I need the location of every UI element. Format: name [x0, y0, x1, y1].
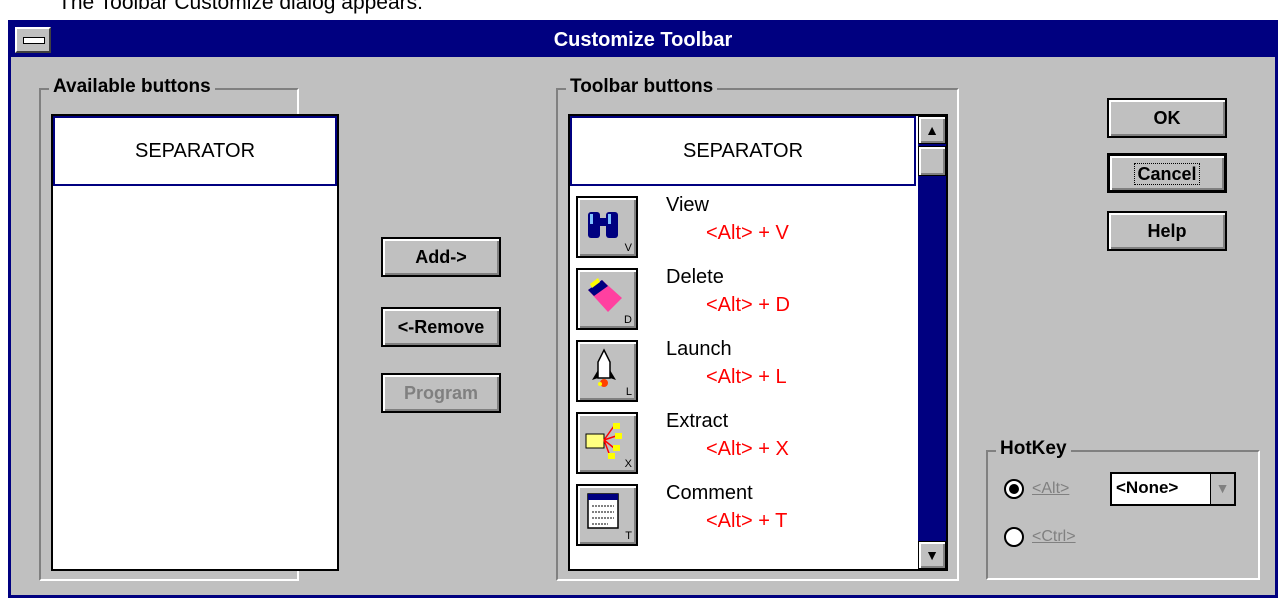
title-bar: Customize Toolbar	[11, 23, 1275, 57]
item-name: Extract	[666, 410, 729, 432]
hotkey-group: HotKey <Alt> <None> ▼ <Ctrl>	[986, 438, 1260, 580]
toolbar-buttons-label: Toolbar buttons	[566, 76, 718, 98]
add-button[interactable]: Add->	[381, 237, 501, 277]
customize-toolbar-dialog: Customize Toolbar Available buttons SEPA…	[8, 20, 1278, 598]
eraser-icon	[588, 278, 622, 312]
list-item-view[interactable]: V View <Alt> + V	[576, 192, 916, 264]
item-name: View	[666, 194, 709, 216]
system-menu-icon[interactable]	[15, 27, 51, 53]
list-item-separator[interactable]: SEPARATOR	[53, 116, 337, 186]
available-buttons-list[interactable]: SEPARATOR	[51, 114, 339, 571]
scroll-down-button[interactable]: ▼	[918, 541, 946, 569]
comment-button-icon: T	[576, 484, 638, 546]
hotkey-combo-value: <None>	[1116, 478, 1179, 497]
launch-button-icon: L	[576, 340, 638, 402]
rocket-icon	[592, 348, 616, 387]
item-hotkey: <Alt> + L	[706, 366, 787, 388]
help-button[interactable]: Help	[1107, 211, 1227, 251]
remove-button[interactable]: <-Remove	[381, 307, 501, 347]
list-item-separator[interactable]: SEPARATOR	[570, 116, 916, 186]
ok-button[interactable]: OK	[1107, 98, 1227, 138]
program-button[interactable]: Program	[381, 373, 501, 413]
delete-button-icon: D	[576, 268, 638, 330]
toolbar-buttons-list[interactable]: SEPARATOR V View <Alt> + V D Delete <Alt…	[568, 114, 948, 571]
hotkey-letter: T	[625, 530, 632, 542]
hotkey-letter: V	[624, 242, 632, 254]
caption-text: The Toolbar Customize dialog appears:	[58, 0, 423, 14]
list-item-comment[interactable]: T Comment <Alt> + T	[576, 480, 916, 552]
list-item-launch[interactable]: L Launch <Alt> + L	[576, 336, 916, 408]
cancel-button[interactable]: Cancel	[1107, 153, 1227, 193]
item-name: Launch	[666, 338, 732, 360]
hotkey-letter: X	[624, 458, 632, 470]
scroll-thumb[interactable]	[918, 146, 946, 176]
alt-radio[interactable]	[1004, 479, 1024, 499]
ctrl-radio-label: <Ctrl>	[1032, 528, 1076, 545]
available-buttons-group: Available buttons SEPARATOR	[39, 76, 339, 581]
alt-radio-label: <Alt>	[1032, 480, 1070, 497]
vertical-scrollbar[interactable]: ▲ ▼	[918, 116, 946, 569]
list-item-extract[interactable]: X Extract <Alt> + X	[576, 408, 916, 480]
scroll-up-button[interactable]: ▲	[918, 116, 946, 144]
binoculars-icon	[588, 212, 618, 238]
ctrl-radio[interactable]	[1004, 527, 1024, 547]
notepad-icon	[587, 493, 619, 529]
hotkey-combo[interactable]: <None> ▼	[1110, 472, 1236, 506]
item-hotkey: <Alt> + T	[706, 510, 788, 532]
hotkey-letter: L	[625, 386, 632, 398]
item-hotkey: <Alt> + V	[706, 222, 789, 244]
chevron-down-icon[interactable]: ▼	[1210, 474, 1234, 504]
extract-button-icon: X	[576, 412, 638, 474]
dialog-title: Customize Toolbar	[553, 29, 733, 51]
item-name: Comment	[666, 482, 753, 504]
toolbar-buttons-group: Toolbar buttons SEPARATOR V View <Alt> +…	[556, 76, 959, 581]
item-hotkey: <Alt> + D	[706, 294, 790, 316]
item-name: Delete	[666, 266, 724, 288]
available-buttons-label: Available buttons	[49, 76, 215, 98]
hotkey-letter: D	[624, 314, 632, 326]
item-hotkey: <Alt> + X	[706, 438, 789, 460]
list-item-delete[interactable]: D Delete <Alt> + D	[576, 264, 916, 336]
hotkey-label: HotKey	[996, 438, 1071, 460]
folder-tree-icon	[585, 423, 622, 459]
view-button-icon: V	[576, 196, 638, 258]
